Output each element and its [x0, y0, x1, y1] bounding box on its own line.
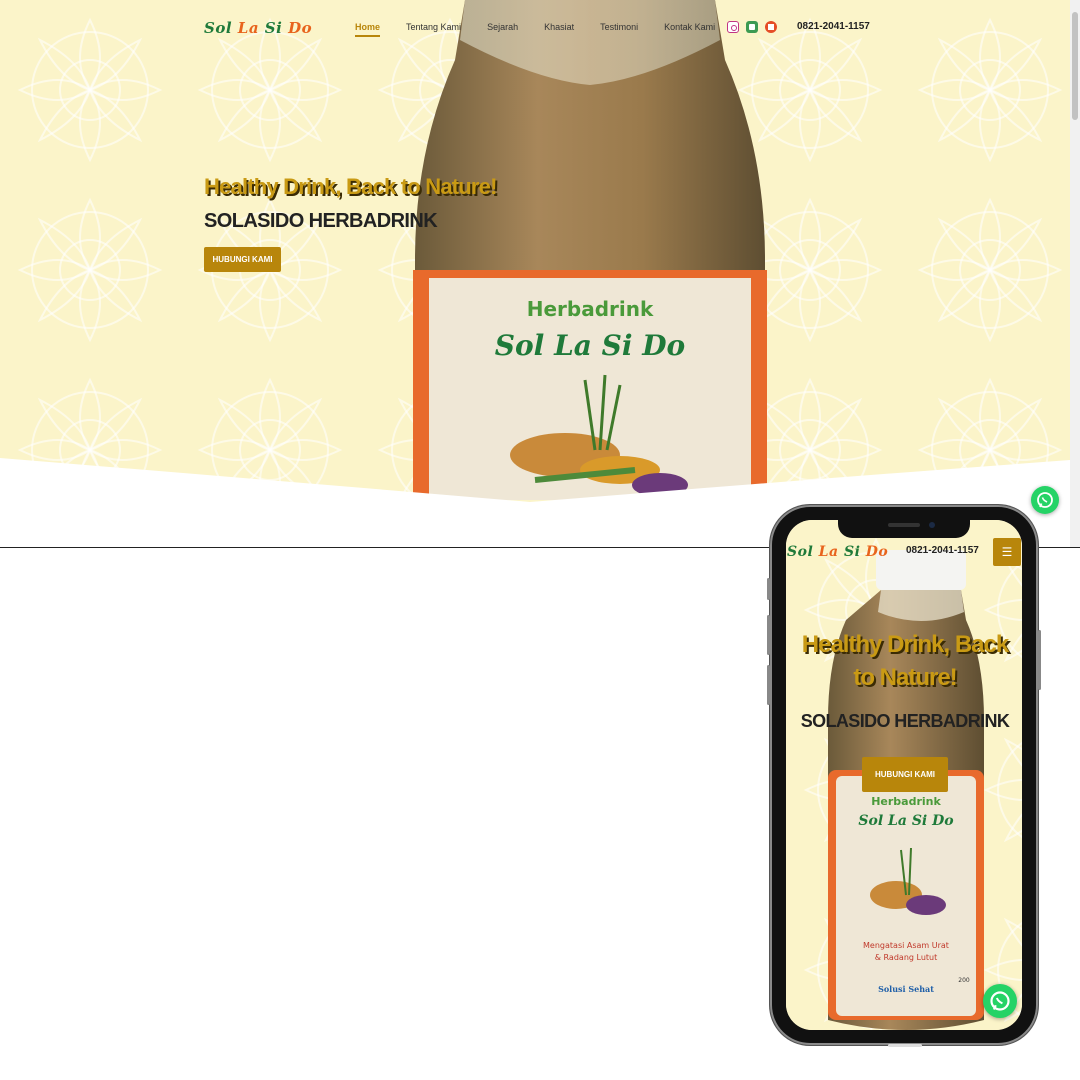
mobile-brand-logo[interactable]: Sol La Si Do — [787, 544, 888, 560]
shop-icon[interactable] — [746, 21, 758, 33]
scrollbar-thumb[interactable] — [1072, 12, 1078, 120]
mobile-contact-us-button[interactable]: HUBUNGI KAMI — [862, 757, 948, 792]
phone-notch — [838, 516, 970, 538]
hero-section: Herbadrink Sol La Si Do Sol La Si Do Hom… — [0, 0, 1070, 548]
nav-item-kontak-kami[interactable]: Kontak Kami — [664, 22, 715, 37]
header-phone-number[interactable]: 0821-2041-1157 — [797, 21, 870, 32]
label-benefit-line-1: Mengatasi Asam Urat — [863, 941, 949, 950]
page: Herbadrink Sol La Si Do Sol La Si Do Hom… — [0, 0, 1080, 1080]
nav-item-testimoni[interactable]: Testimoni — [600, 22, 638, 37]
product-bottle-image: Herbadrink Sol La Si Do — [413, 0, 767, 500]
svg-text:Herbadrink: Herbadrink — [527, 297, 654, 321]
phone-home-indicator — [888, 1044, 922, 1047]
label-maker-text: Solusi Sehat — [878, 984, 934, 994]
nav-item-home[interactable]: Home — [355, 22, 381, 37]
mobile-menu-button[interactable]: ☰ — [993, 538, 1021, 566]
nav-item-sejarah[interactable]: Sejarah — [487, 22, 518, 37]
instagram-icon[interactable] — [727, 21, 739, 33]
phone-side-button — [767, 665, 770, 705]
label-volume-text: 200 — [958, 977, 970, 984]
contact-us-button[interactable]: HUBUNGI KAMI — [204, 247, 281, 272]
phone-camera — [929, 522, 935, 528]
mobile-hero-tagline: Healthy Drink, Back to Nature! — [801, 631, 1009, 691]
label-brand-text: Herbadrink — [871, 795, 941, 808]
mobile-whatsapp-float-button[interactable] — [983, 984, 1017, 1018]
marketplace-icon[interactable] — [765, 21, 777, 33]
svg-text:Sol La Si Do: Sol La Si Do — [858, 813, 953, 829]
phone-side-button — [767, 615, 770, 655]
whatsapp-icon — [1037, 492, 1053, 508]
whatsapp-icon — [990, 991, 1010, 1011]
label-benefit-line-2: & Radang Lutut — [875, 953, 937, 962]
phone-side-button — [767, 578, 770, 600]
main-navigation: Home Tentang Kami Sejarah Khasiat Testim… — [355, 22, 741, 37]
phone-side-button — [1038, 630, 1041, 690]
brand-logo[interactable]: Sol La Si Do — [204, 19, 312, 37]
hero-subtitle: SOLASIDO HERBADRINK — [204, 210, 438, 232]
mobile-header-phone-number[interactable]: 0821-2041-1157 — [906, 545, 979, 556]
phone-speaker — [888, 523, 920, 527]
svg-text:Sol La Si Do: Sol La Si Do — [495, 329, 685, 362]
nav-item-khasiat[interactable]: Khasiat — [544, 22, 574, 37]
mobile-hero-subtitle: SOLASIDO HERBADRINK — [800, 711, 1010, 731]
whatsapp-float-button[interactable] — [1031, 486, 1059, 514]
hero-tagline: Healthy Drink, Back to Nature! — [204, 174, 497, 199]
nav-item-tentang-kami[interactable]: Tentang Kami — [406, 22, 461, 37]
hamburger-icon: ☰ — [1001, 545, 1013, 559]
